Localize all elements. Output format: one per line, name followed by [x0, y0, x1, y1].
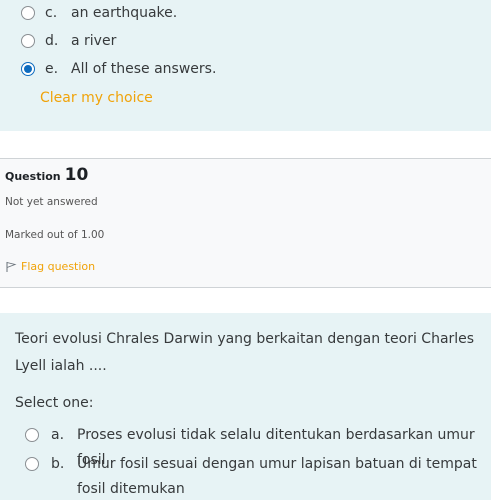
question-text: Teori evolusi Chrales Darwin yang berkai…	[15, 331, 475, 374]
answer-letter: c.	[45, 5, 58, 21]
question-label: Question	[5, 170, 61, 183]
question-formulation: Teori evolusi Chrales Darwin yang berkai…	[0, 313, 491, 500]
select-one-prompt: Select one:	[15, 395, 94, 411]
radio-button[interactable]	[21, 6, 35, 20]
answer-text: Umur fosil sesuai dengan umur lapisan ba…	[77, 456, 477, 497]
radio-button-selected[interactable]	[21, 62, 35, 76]
clear-my-choice-link[interactable]: Clear my choice	[40, 90, 153, 106]
answer-letter: d.	[45, 33, 59, 49]
answer-option-e[interactable]: e. All of these answers.	[21, 59, 216, 79]
answer-letter: e.	[45, 61, 59, 77]
answer-text: All of these answers.	[71, 61, 217, 77]
answer-letter: a.	[51, 427, 65, 443]
quiz-page: c. an earthquake. d. a river e. All of t…	[0, 0, 491, 500]
flag-question-label: Flag question	[21, 260, 96, 273]
answer-text: an earthquake.	[71, 5, 178, 21]
radio-button[interactable]	[25, 428, 39, 442]
previous-question-formulation: c. an earthquake. d. a river e. All of t…	[0, 0, 491, 131]
answer-text: a river	[71, 33, 117, 49]
answer-letter: b.	[51, 456, 65, 472]
radio-button[interactable]	[21, 34, 35, 48]
flag-icon	[6, 261, 17, 272]
question-info: Question 10 Not yet answered Marked out …	[0, 158, 491, 288]
question-number: Question 10	[5, 165, 88, 185]
answer-option-d[interactable]: d. a river	[21, 31, 116, 51]
answer-option-b[interactable]: b. Umur fosil sesuai dengan umur lapisan…	[25, 452, 485, 500]
question-state: Not yet answered	[5, 196, 98, 208]
question-number-value: 10	[64, 165, 89, 185]
question-grade: Marked out of 1.00	[5, 229, 105, 241]
radio-button[interactable]	[25, 457, 39, 471]
flag-question-link[interactable]: Flag question	[5, 260, 95, 273]
answer-option-c[interactable]: c. an earthquake.	[21, 3, 177, 23]
